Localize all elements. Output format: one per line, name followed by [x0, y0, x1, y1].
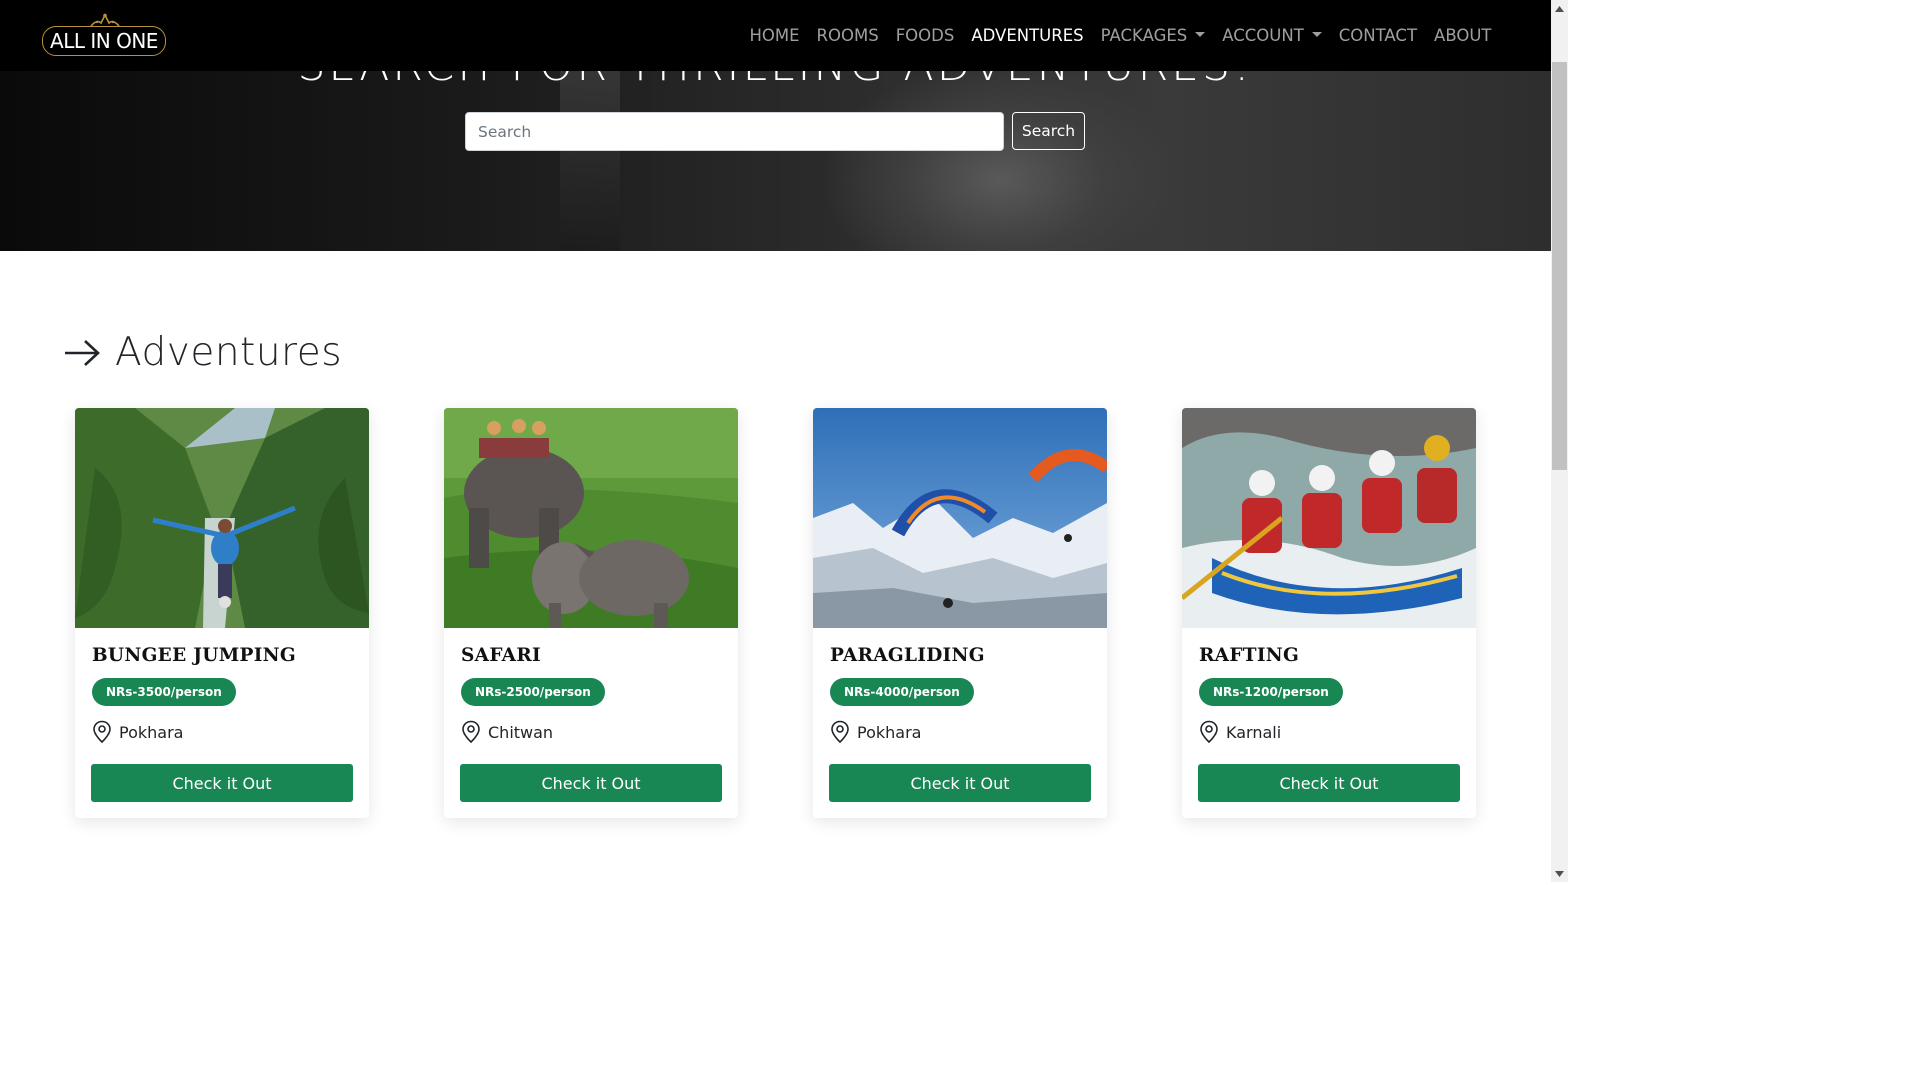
nav-account-dropdown[interactable]: ACCOUNT	[1214, 26, 1331, 45]
section-heading: Adventures	[63, 330, 342, 375]
scrollbar-thumb[interactable]	[1552, 62, 1567, 470]
nav-contact[interactable]: CONTACT	[1330, 26, 1425, 45]
check-it-out-button[interactable]: Check it Out	[829, 764, 1091, 802]
card-title: PARAGLIDING	[830, 645, 985, 666]
card-title: SAFARI	[461, 645, 541, 666]
adventure-card: SAFARI NRs-2500/person Chitwan Check it …	[444, 408, 738, 818]
card-image-bungee	[75, 408, 369, 628]
nav-about-label: ABOUT	[1434, 26, 1492, 45]
price-badge: NRs-3500/person	[92, 678, 236, 706]
navbar: ALL IN ONE HOME ROOMS FOODS ADVENTURES P…	[0, 0, 1551, 71]
location-pin-icon	[831, 720, 849, 744]
nav-adventures-label: ADVENTURES	[971, 26, 1084, 45]
nav-account-label: ACCOUNT	[1222, 26, 1304, 45]
section-title: Adventures	[115, 330, 343, 375]
check-it-out-button[interactable]: Check it Out	[1198, 764, 1460, 802]
check-it-out-button[interactable]: Check it Out	[91, 764, 353, 802]
nav-foods-label: FOODS	[895, 26, 955, 45]
nav-menu: HOME ROOMS FOODS ADVENTURES PACKAGES ACC…	[741, 0, 1500, 71]
search-button[interactable]: Search	[1012, 112, 1085, 150]
brand-logo[interactable]: ALL IN ONE	[42, 13, 170, 59]
card-location: Chitwan	[461, 720, 553, 744]
nav-about[interactable]: ABOUT	[1426, 26, 1500, 45]
card-location: Pokhara	[830, 720, 921, 744]
card-image-paragliding	[813, 408, 1107, 628]
location-pin-icon	[462, 720, 480, 744]
adventure-card: BUNGEE JUMPING NRs-3500/person Pokhara C…	[75, 408, 369, 818]
nav-packages-label: PACKAGES	[1100, 26, 1188, 45]
logo-text: ALL IN ONE	[50, 29, 158, 53]
card-location-text: Chitwan	[488, 722, 554, 742]
scroll-up-arrow-icon[interactable]	[1551, 0, 1568, 17]
location-pin-icon	[93, 720, 111, 744]
check-it-out-button[interactable]: Check it Out	[460, 764, 722, 802]
card-location: Pokhara	[92, 720, 183, 744]
nav-home-label: HOME	[749, 26, 800, 45]
card-location: Karnali	[1199, 720, 1281, 744]
price-badge: NRs-4000/person	[830, 678, 974, 706]
card-image-safari	[444, 408, 738, 628]
caret-down-icon	[1311, 32, 1322, 37]
adventure-card: RAFTING NRs-1200/person Karnali Check it…	[1182, 408, 1476, 818]
arrow-right-icon	[65, 339, 100, 366]
card-title: BUNGEE JUMPING	[92, 645, 296, 666]
caret-down-icon	[1195, 32, 1206, 37]
card-image-rafting	[1182, 408, 1476, 628]
scroll-down-arrow-icon[interactable]	[1551, 865, 1568, 882]
nav-adventures[interactable]: ADVENTURES	[963, 26, 1092, 45]
nav-foods[interactable]: FOODS	[887, 26, 963, 45]
nav-contact-label: CONTACT	[1338, 26, 1418, 45]
card-location-text: Pokhara	[119, 722, 184, 742]
nav-home[interactable]: HOME	[741, 26, 808, 45]
price-badge: NRs-2500/person	[461, 678, 605, 706]
nav-rooms-label: ROOMS	[816, 26, 879, 45]
nav-packages-dropdown[interactable]: PACKAGES	[1092, 26, 1214, 45]
card-location-text: Pokhara	[857, 722, 922, 742]
search-input[interactable]	[465, 112, 1004, 151]
adventure-card: PARAGLIDING NRs-4000/person Pokhara Chec…	[813, 408, 1107, 818]
card-title: RAFTING	[1199, 645, 1300, 666]
price-badge: NRs-1200/person	[1199, 678, 1343, 706]
card-location-text: Karnali	[1226, 722, 1282, 742]
nav-rooms[interactable]: ROOMS	[808, 26, 887, 45]
location-pin-icon	[1200, 720, 1218, 744]
hero-background-decor	[560, 70, 620, 250]
page-scrollbar[interactable]	[1551, 0, 1568, 882]
